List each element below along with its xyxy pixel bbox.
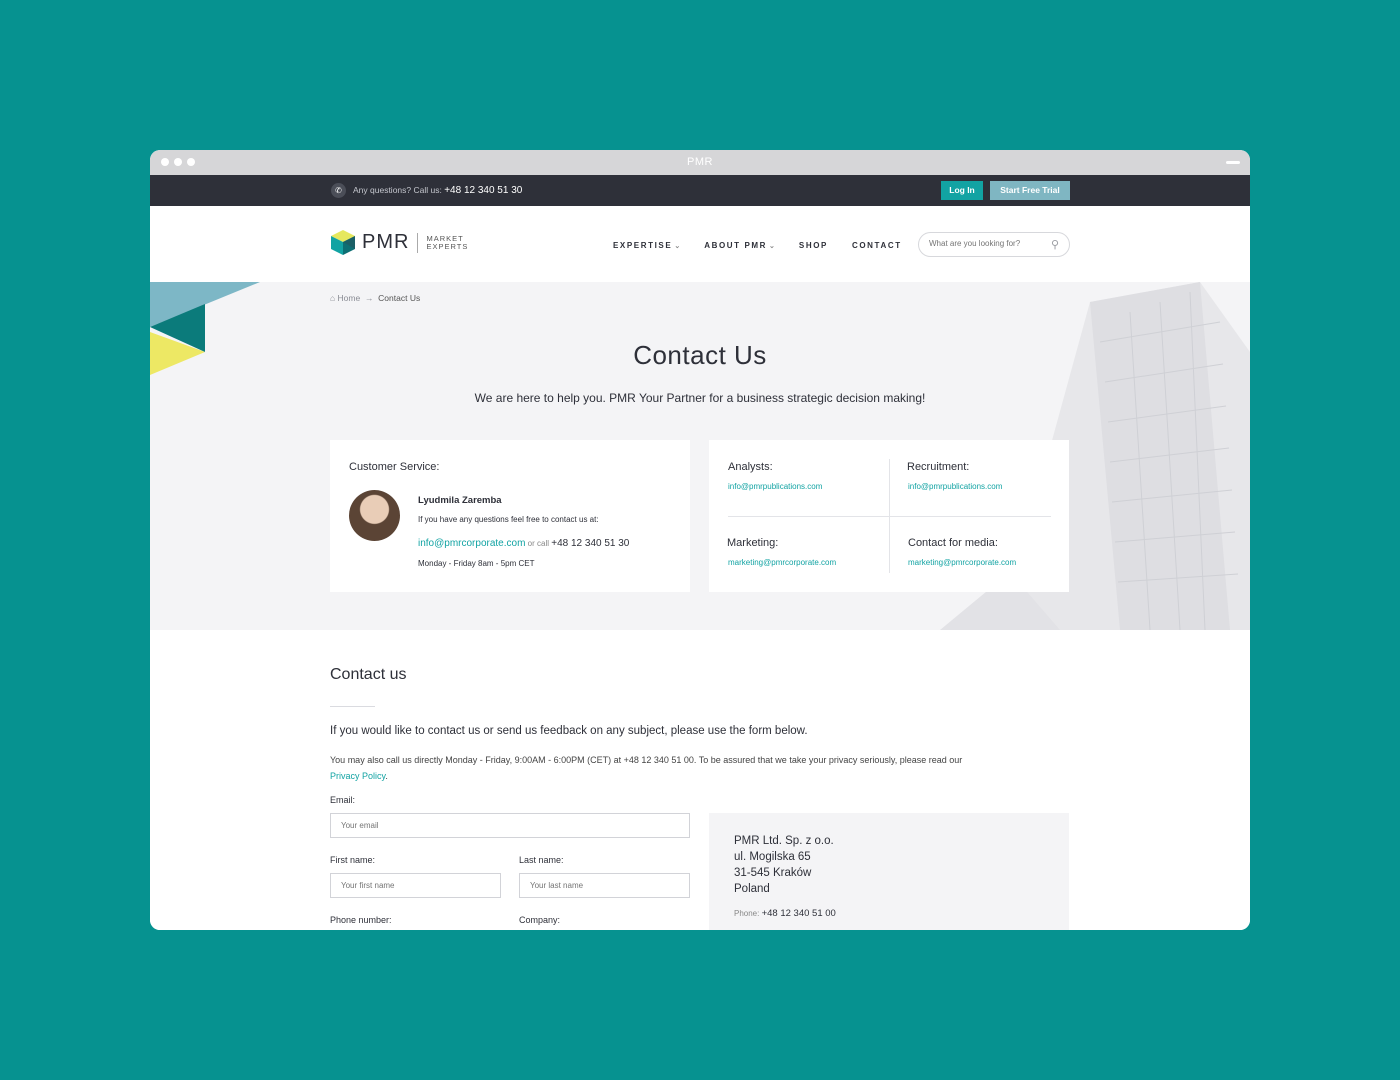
address-line-1: PMR Ltd. Sp. z o.o. xyxy=(734,835,834,847)
dept-marketing-heading: Marketing: xyxy=(727,537,779,549)
address-box: PMR Ltd. Sp. z o.o. ul. Mogilska 65 31-5… xyxy=(709,813,1069,930)
page-title: Contact Us xyxy=(633,340,767,370)
phone-icon: ✆ xyxy=(331,183,346,198)
or-call-text: or call xyxy=(527,539,549,548)
page-subtitle: We are here to help you. PMR Your Partne… xyxy=(474,391,926,405)
paragraph-period: . xyxy=(385,771,388,781)
chevron-down-icon: ⌄ xyxy=(674,243,681,250)
search-input[interactable] xyxy=(929,239,1041,248)
first-name-field[interactable] xyxy=(331,874,500,897)
contact-line: info@pmrcorporate.com or call +48 12 340… xyxy=(418,538,629,549)
address-lines: PMR Ltd. Sp. z o.o. ul. Mogilska 65 31-5… xyxy=(734,833,834,897)
company-label: Company: xyxy=(519,915,561,925)
customer-service-card: Customer Service: Lyudmila Zaremba If yo… xyxy=(330,440,690,592)
start-free-trial-button[interactable]: Start Free Trial xyxy=(990,181,1070,200)
topbar-phone[interactable]: +48 12 340 51 30 xyxy=(444,185,522,196)
dept-recruitment-email-link[interactable]: info@pmrpublications.com xyxy=(908,482,1002,491)
browser-window: PMR ✆ Any questions? Call us: +48 12 340… xyxy=(150,150,1250,930)
question-label: Any questions? Call us: xyxy=(353,185,442,195)
chevron-down-icon: ⌄ xyxy=(769,243,775,250)
contact-form-section: Contact us If you would like to contact … xyxy=(150,630,1250,930)
search-icon[interactable]: ⚲ xyxy=(1051,238,1059,251)
last-name-field[interactable] xyxy=(520,874,689,897)
address-phone-label: Phone: xyxy=(734,909,760,918)
privacy-policy-link[interactable]: Privacy Policy xyxy=(330,771,385,781)
top-bar: ✆ Any questions? Call us: +48 12 340 51 … xyxy=(150,175,1250,206)
search-box: ⚲ xyxy=(918,232,1070,257)
last-name-field-wrap xyxy=(519,873,690,898)
logo-tagline: MARKET EXPERTS xyxy=(426,234,469,251)
breadcrumb-current: Contact Us xyxy=(378,293,421,303)
nav-contact[interactable]: CONTACT xyxy=(852,241,902,250)
email-field[interactable] xyxy=(331,814,689,837)
breadcrumb-home[interactable]: Home xyxy=(338,293,361,303)
dept-marketing-email-link[interactable]: marketing@pmrcorporate.com xyxy=(728,558,836,567)
dept-analysts-heading: Analysts: xyxy=(728,461,773,473)
dept-media-email-link[interactable]: marketing@pmrcorporate.com xyxy=(908,558,1016,567)
heading-underline xyxy=(330,706,375,707)
first-name-field-wrap xyxy=(330,873,501,898)
nav-shop[interactable]: SHOP xyxy=(799,241,828,250)
nav-expertise[interactable]: EXPERTISE ⌄ xyxy=(613,241,680,250)
nav-about[interactable]: ABOUT PMR ⌄ xyxy=(704,241,775,250)
address-phone: Phone: +48 12 340 51 00 xyxy=(734,908,836,919)
nav-expertise-label: EXPERTISE xyxy=(613,241,673,250)
contact-form-paragraph-text: You may also call us directly Monday - F… xyxy=(330,755,963,765)
call-us-text: Any questions? Call us: +48 12 340 51 30 xyxy=(353,185,522,196)
contact-form-heading: Contact us xyxy=(330,666,407,683)
breadcrumb-arrow: → xyxy=(364,293,374,303)
contact-form-lead: If you would like to contact us or send … xyxy=(330,725,808,737)
pmr-logo[interactable]: PMR MARKET EXPERTS xyxy=(330,229,468,256)
customer-service-heading: Customer Service: xyxy=(349,461,440,473)
breadcrumb: ⌂ Home → Contact Us xyxy=(330,293,420,303)
departments-card: Analysts: info@pmrpublications.com Recru… xyxy=(709,440,1069,592)
window-title: PMR xyxy=(687,156,713,168)
address-line-2: ul. Mogilska 65 xyxy=(734,851,811,863)
logo-tagline-2: EXPERTS xyxy=(426,241,469,251)
home-icon: ⌂ xyxy=(330,293,336,303)
avatar xyxy=(349,490,400,541)
dept-media-heading: Contact for media: xyxy=(908,537,998,549)
main-nav: EXPERTISE ⌄ ABOUT PMR ⌄ SHOP CONTACT xyxy=(613,241,902,250)
address-line-3: 31-545 Kraków xyxy=(734,867,812,879)
contact-form-paragraph: You may also call us directly Monday - F… xyxy=(330,752,970,784)
address-line-4: Poland xyxy=(734,883,770,895)
contact-description: If you have any questions feel free to c… xyxy=(418,515,599,524)
email-field-wrap xyxy=(330,813,690,838)
address-phone-number[interactable]: +48 12 340 51 00 xyxy=(762,908,836,919)
customer-service-phone[interactable]: +48 12 340 51 30 xyxy=(551,538,629,549)
site-header: PMR MARKET EXPERTS EXPERTISE ⌄ ABOUT PMR ⌄ … xyxy=(150,206,1250,282)
dept-analysts-email-link[interactable]: info@pmrpublications.com xyxy=(728,482,822,491)
dept-recruitment-heading: Recruitment: xyxy=(907,461,970,473)
login-button[interactable]: Log In xyxy=(941,181,983,200)
hero-section: ⌂ Home → Contact Us Contact Us We are he… xyxy=(150,282,1250,630)
horizontal-divider xyxy=(728,516,1051,517)
contact-person-name: Lyudmila Zaremba xyxy=(418,495,502,506)
email-label: Email: xyxy=(330,795,356,805)
logo-divider xyxy=(417,232,419,253)
cube-logo-icon xyxy=(331,230,355,255)
title-bar: PMR xyxy=(150,150,1250,175)
logo-wordmark: PMR xyxy=(362,231,410,253)
minimize-bar-icon[interactable] xyxy=(1226,161,1240,164)
phone-number-label: Phone number: xyxy=(330,915,392,925)
office-hours: Monday - Friday 8am - 5pm CET xyxy=(418,559,535,568)
nav-about-label: ABOUT PMR xyxy=(704,241,768,250)
first-name-label: First name: xyxy=(330,855,376,865)
last-name-label: Last name: xyxy=(519,855,564,865)
customer-service-email-link[interactable]: info@pmrcorporate.com xyxy=(418,538,525,549)
